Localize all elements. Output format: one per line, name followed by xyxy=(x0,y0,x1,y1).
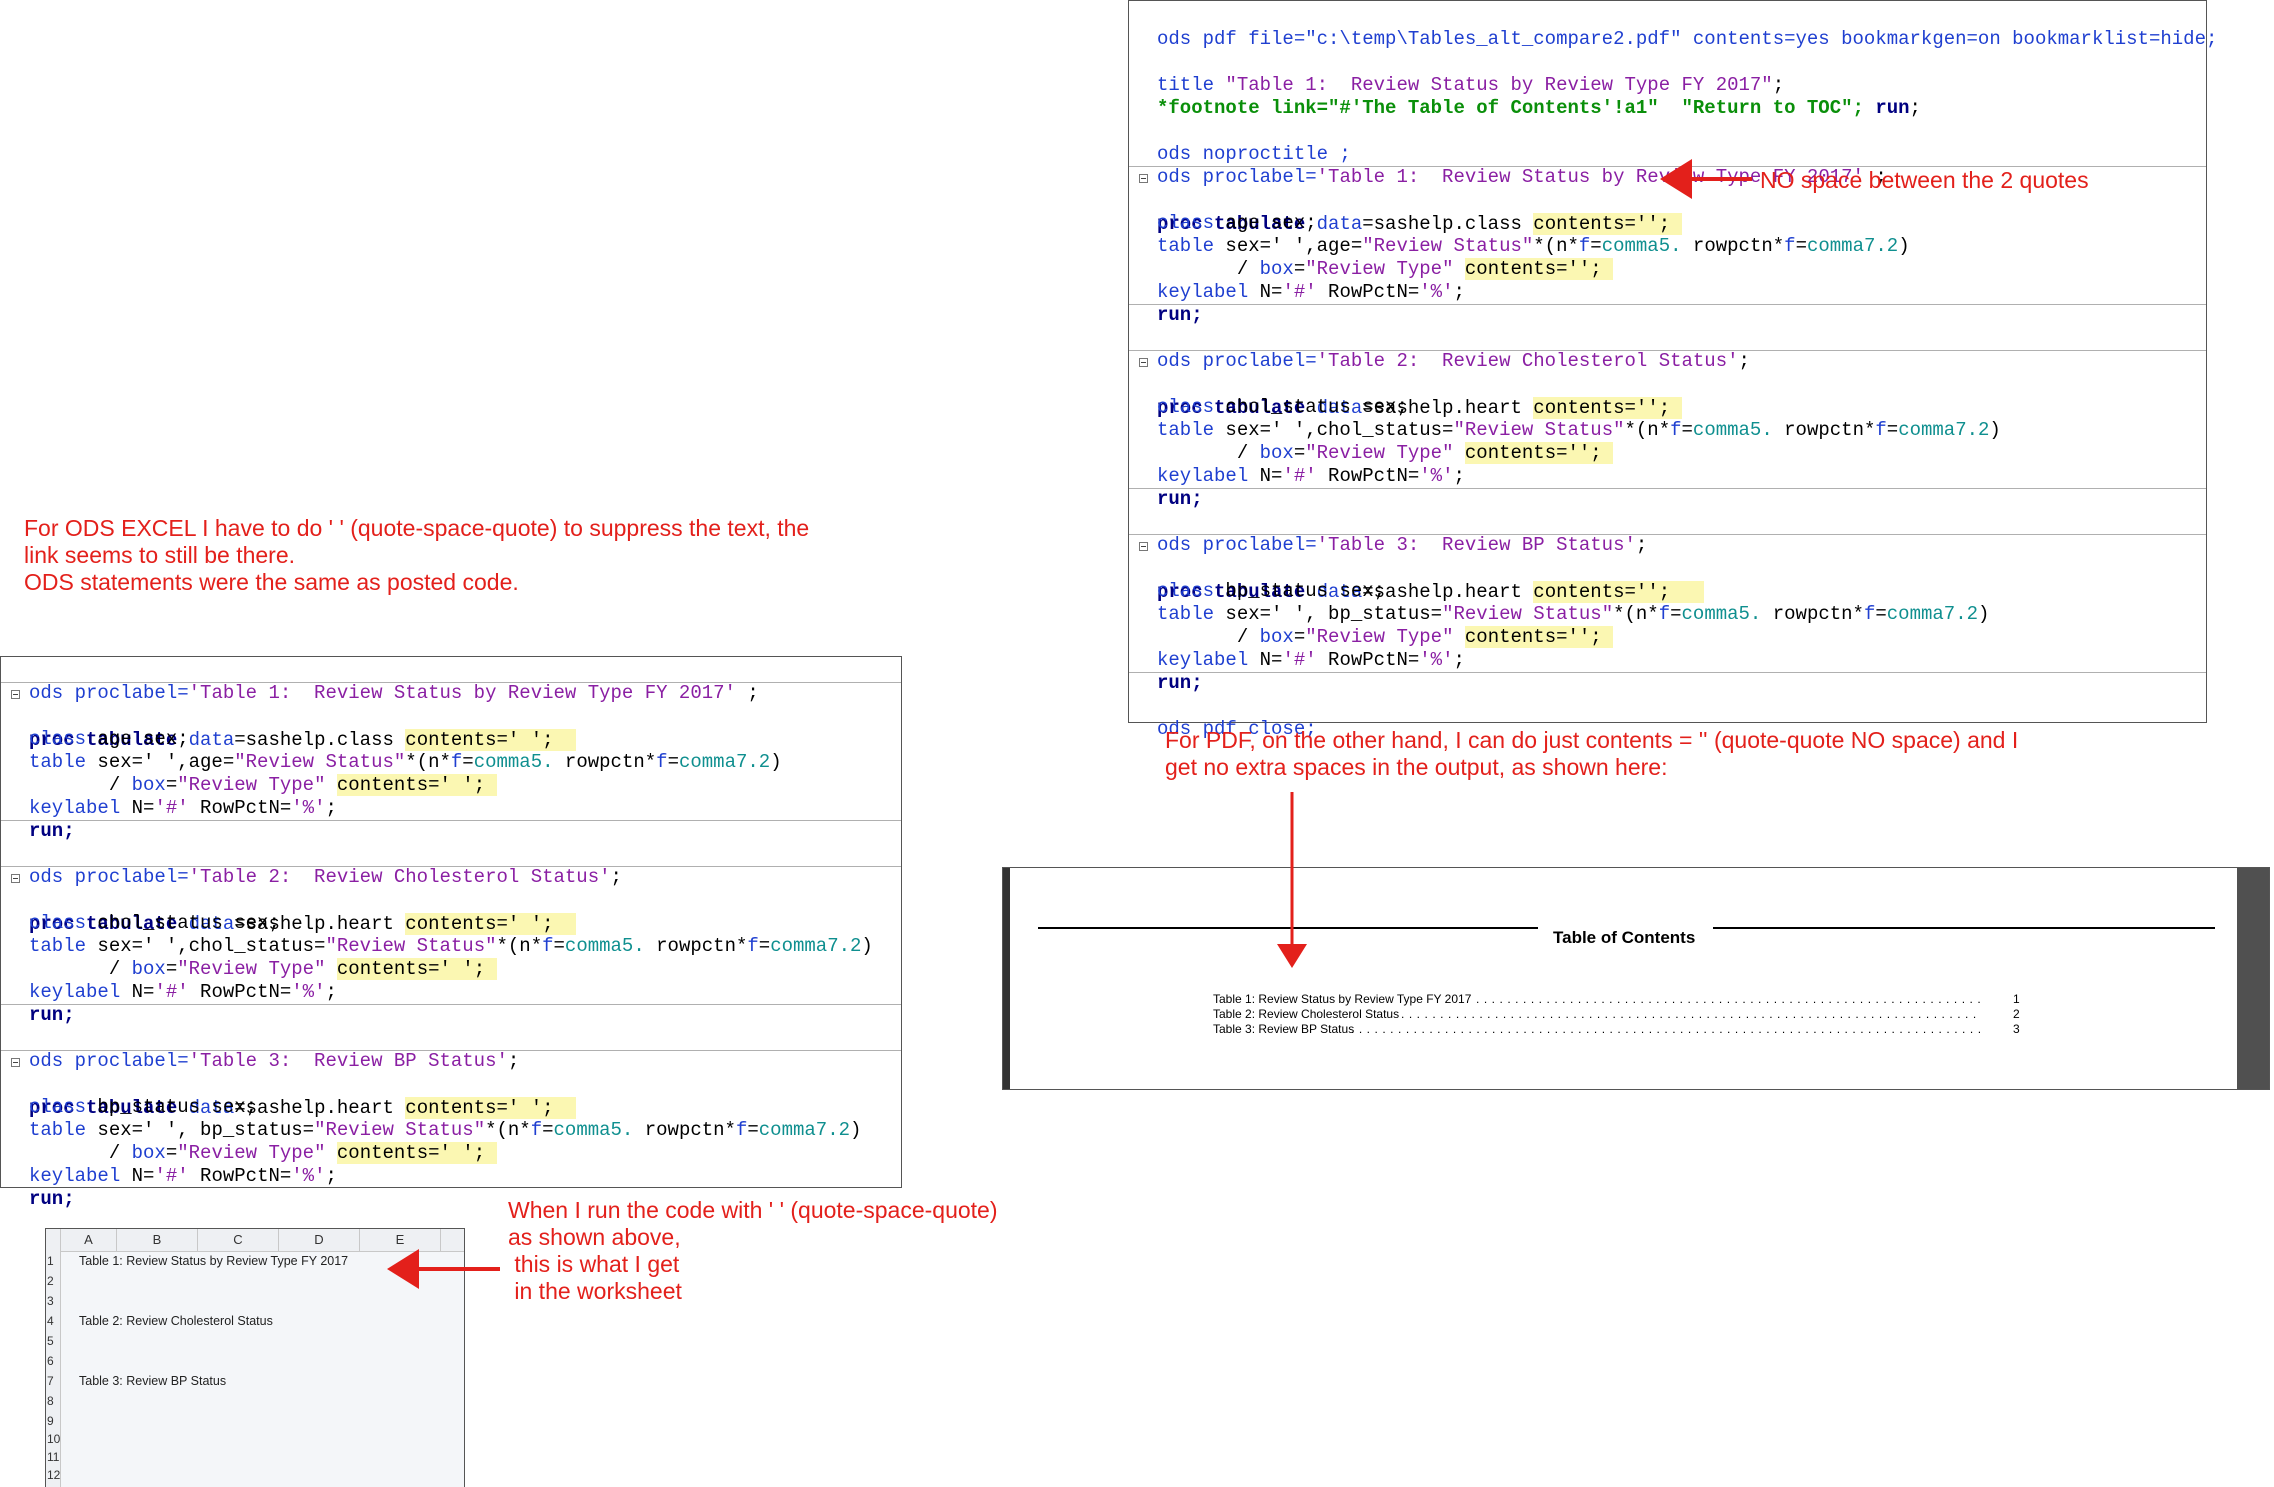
annotation-arrows xyxy=(387,159,1752,1289)
